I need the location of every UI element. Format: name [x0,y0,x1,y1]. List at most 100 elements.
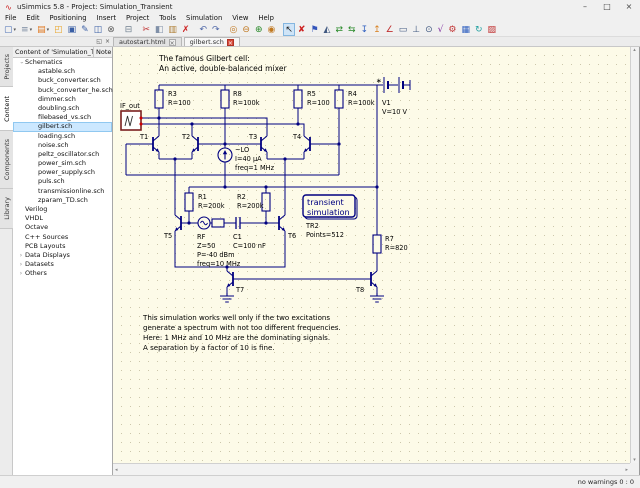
toolbar-new-text-document[interactable]: ≡▾ [19,23,34,36]
vertical-scrollbar[interactable]: ▴ ▾ [630,47,638,463]
horizontal-scrollbar[interactable]: ◂ ▸ [113,463,630,475]
transistor-T4-symbol[interactable] [304,136,310,152]
toolbar-go-into-subcircuit[interactable]: ↧ [359,23,371,36]
toolbar-delete[interactable]: ✗ [180,23,192,36]
tree-item-puls-sch[interactable]: puls.sch [13,177,112,186]
toolbar-select-pointer[interactable]: ↖ [283,23,295,36]
close-button[interactable]: × [618,0,640,14]
toolbar-insert-wire-mode[interactable]: ⚑ [308,23,320,36]
transistor-T3-symbol[interactable] [261,136,267,152]
ground-symbol[interactable] [370,293,384,302]
tree-item-dimmer-sch[interactable]: dimmer.sch [13,95,112,104]
menu-simulation[interactable]: Simulation [181,14,227,23]
scroll-left-icon[interactable]: ◂ [115,467,118,473]
toolbar-view-data-display[interactable]: ▦ [459,23,472,36]
tab-content[interactable]: Content [0,87,13,131]
dropdown-arrow-icon[interactable]: ▾ [30,27,33,33]
resistor-R7-symbol[interactable] [373,235,381,253]
menu-edit[interactable]: Edit [21,14,44,23]
scope-IF-out-symbol[interactable] [121,111,143,130]
menu-project[interactable]: Project [121,14,154,23]
tree-item-power-supply-sch[interactable]: power_supply.sch [13,168,112,177]
tree-expand-icon[interactable]: › [20,270,22,277]
maximize-button[interactable]: □ [596,0,618,14]
tree-item-verilog[interactable]: Verilog [13,205,112,214]
schematic-canvas[interactable]: ∗ [113,47,630,463]
scroll-down-icon[interactable]: ▾ [631,457,638,463]
tree-item-astable-sch[interactable]: astable.sch [13,67,112,76]
scroll-right-icon[interactable]: ▸ [625,467,628,473]
tree-item-buck-converter-he-sch[interactable]: buck_converter_he.sch [13,86,112,95]
transistor-T1-symbol[interactable] [153,136,159,152]
tab-autostart-html[interactable]: autostart.html × [113,37,182,46]
toolbar-insert-ground[interactable]: ⊥ [410,23,422,36]
tree-item-vhdl[interactable]: VHDL [13,214,112,223]
transistor-T6-symbol[interactable] [279,215,285,231]
toolbar-zoom-one-to-one[interactable]: ◉ [265,23,277,36]
tree-expand-icon[interactable]: › [20,252,22,259]
resistor-R5-symbol[interactable] [294,90,302,108]
tree-item-buck-converter-sch[interactable]: buck_converter.sch [13,76,112,85]
menu-positioning[interactable]: Positioning [45,14,92,23]
toolbar-zoom-out[interactable]: ⊖ [240,23,252,36]
transistor-T7-symbol[interactable] [227,271,233,287]
tree-item-c-sources[interactable]: C++ Sources [13,233,112,242]
tab-close-icon[interactable]: × [169,39,176,46]
toolbar-deactivate-component[interactable]: ✘ [296,23,308,36]
toolbar-refresh[interactable]: ↻ [473,23,485,36]
tree-collapse-icon[interactable]: › [16,61,25,63]
tree-item-peltz-oscillator-sch[interactable]: peltz_oscillator.sch [13,150,112,159]
toolbar-rotate-right[interactable]: ⇆ [346,23,358,36]
transistor-T2-symbol[interactable] [192,136,198,152]
tab-projects[interactable]: Projects [0,47,13,87]
toolbar-save[interactable]: ▣ [66,23,79,36]
toolbar-zoom-fit[interactable]: ◎ [228,23,240,36]
toolbar-insert-wire[interactable]: ∠ [384,23,396,36]
transistor-T5-symbol[interactable] [175,215,181,231]
tree-item-data-displays[interactable]: ›Data Displays [13,251,112,260]
tree-item-others[interactable]: ›Others [13,269,112,278]
menu-insert[interactable]: Insert [92,14,122,23]
ground-symbol[interactable] [220,293,234,302]
toolbar-cut[interactable]: ✂ [140,23,152,36]
scroll-up-icon[interactable]: ▴ [631,47,638,53]
minimize-button[interactable]: – [574,0,596,14]
toolbar-save-as[interactable]: ✎ [79,23,91,36]
toolbar-open-file[interactable]: ◰ [52,23,65,36]
tree-item-doubling-sch[interactable]: doubling.sch [13,104,112,113]
close-panel-icon[interactable]: × [105,38,110,46]
float-panel-icon[interactable]: ◱ [96,38,102,46]
toolbar-insert-port[interactable]: ⊙ [423,23,435,36]
resistor-R3-symbol[interactable] [155,90,163,108]
tab-library[interactable]: Library [0,189,13,229]
menu-view[interactable]: View [227,14,253,23]
tree-item-power-sim-sch[interactable]: power_sim.sch [13,159,112,168]
menu-file[interactable]: File [0,14,21,23]
resistor-R1-symbol[interactable] [185,193,193,211]
tab-close-icon[interactable]: × [227,39,234,46]
tree-item-pcb-layouts[interactable]: PCB Layouts [13,242,112,251]
menu-tools[interactable]: Tools [154,14,181,23]
tree-item-noise-sch[interactable]: noise.sch [13,141,112,150]
toolbar-paste[interactable]: ▥ [166,23,179,36]
toolbar-simulate[interactable]: ⚙ [446,23,458,36]
dropdown-arrow-icon[interactable]: ▾ [47,27,50,33]
tree-item-zparam-td-sch[interactable]: zparam_TD.sch [13,196,112,205]
resistor-R4-symbol[interactable] [335,90,343,108]
tree-item-datasets[interactable]: ›Datasets [13,260,112,269]
toolbar-matching-tool[interactable]: ▨ [486,23,499,36]
toolbar-zoom-in[interactable]: ⊕ [253,23,265,36]
tree-item-loading-sch[interactable]: loading.sch [13,132,112,141]
title-bar[interactable]: ∿ uSimmics 5.8 - Project: Simulation_Tra… [0,0,640,14]
toolbar-close-file[interactable]: ⊗ [105,23,117,36]
toolbar-undo[interactable]: ↶ [197,23,209,36]
transistor-T8-symbol[interactable] [371,271,377,287]
menu-help[interactable]: Help [253,14,279,23]
wires[interactable] [126,85,410,293]
toolbar-insert-equation[interactable]: √ [436,23,446,36]
dropdown-arrow-icon[interactable]: ▾ [14,27,17,33]
toolbar-mirror-about-axis[interactable]: ◭ [322,23,333,36]
toolbar-copy[interactable]: ◧ [153,23,166,36]
tab-components[interactable]: Components [0,131,13,189]
toolbar-print[interactable]: ⊟ [123,23,135,36]
